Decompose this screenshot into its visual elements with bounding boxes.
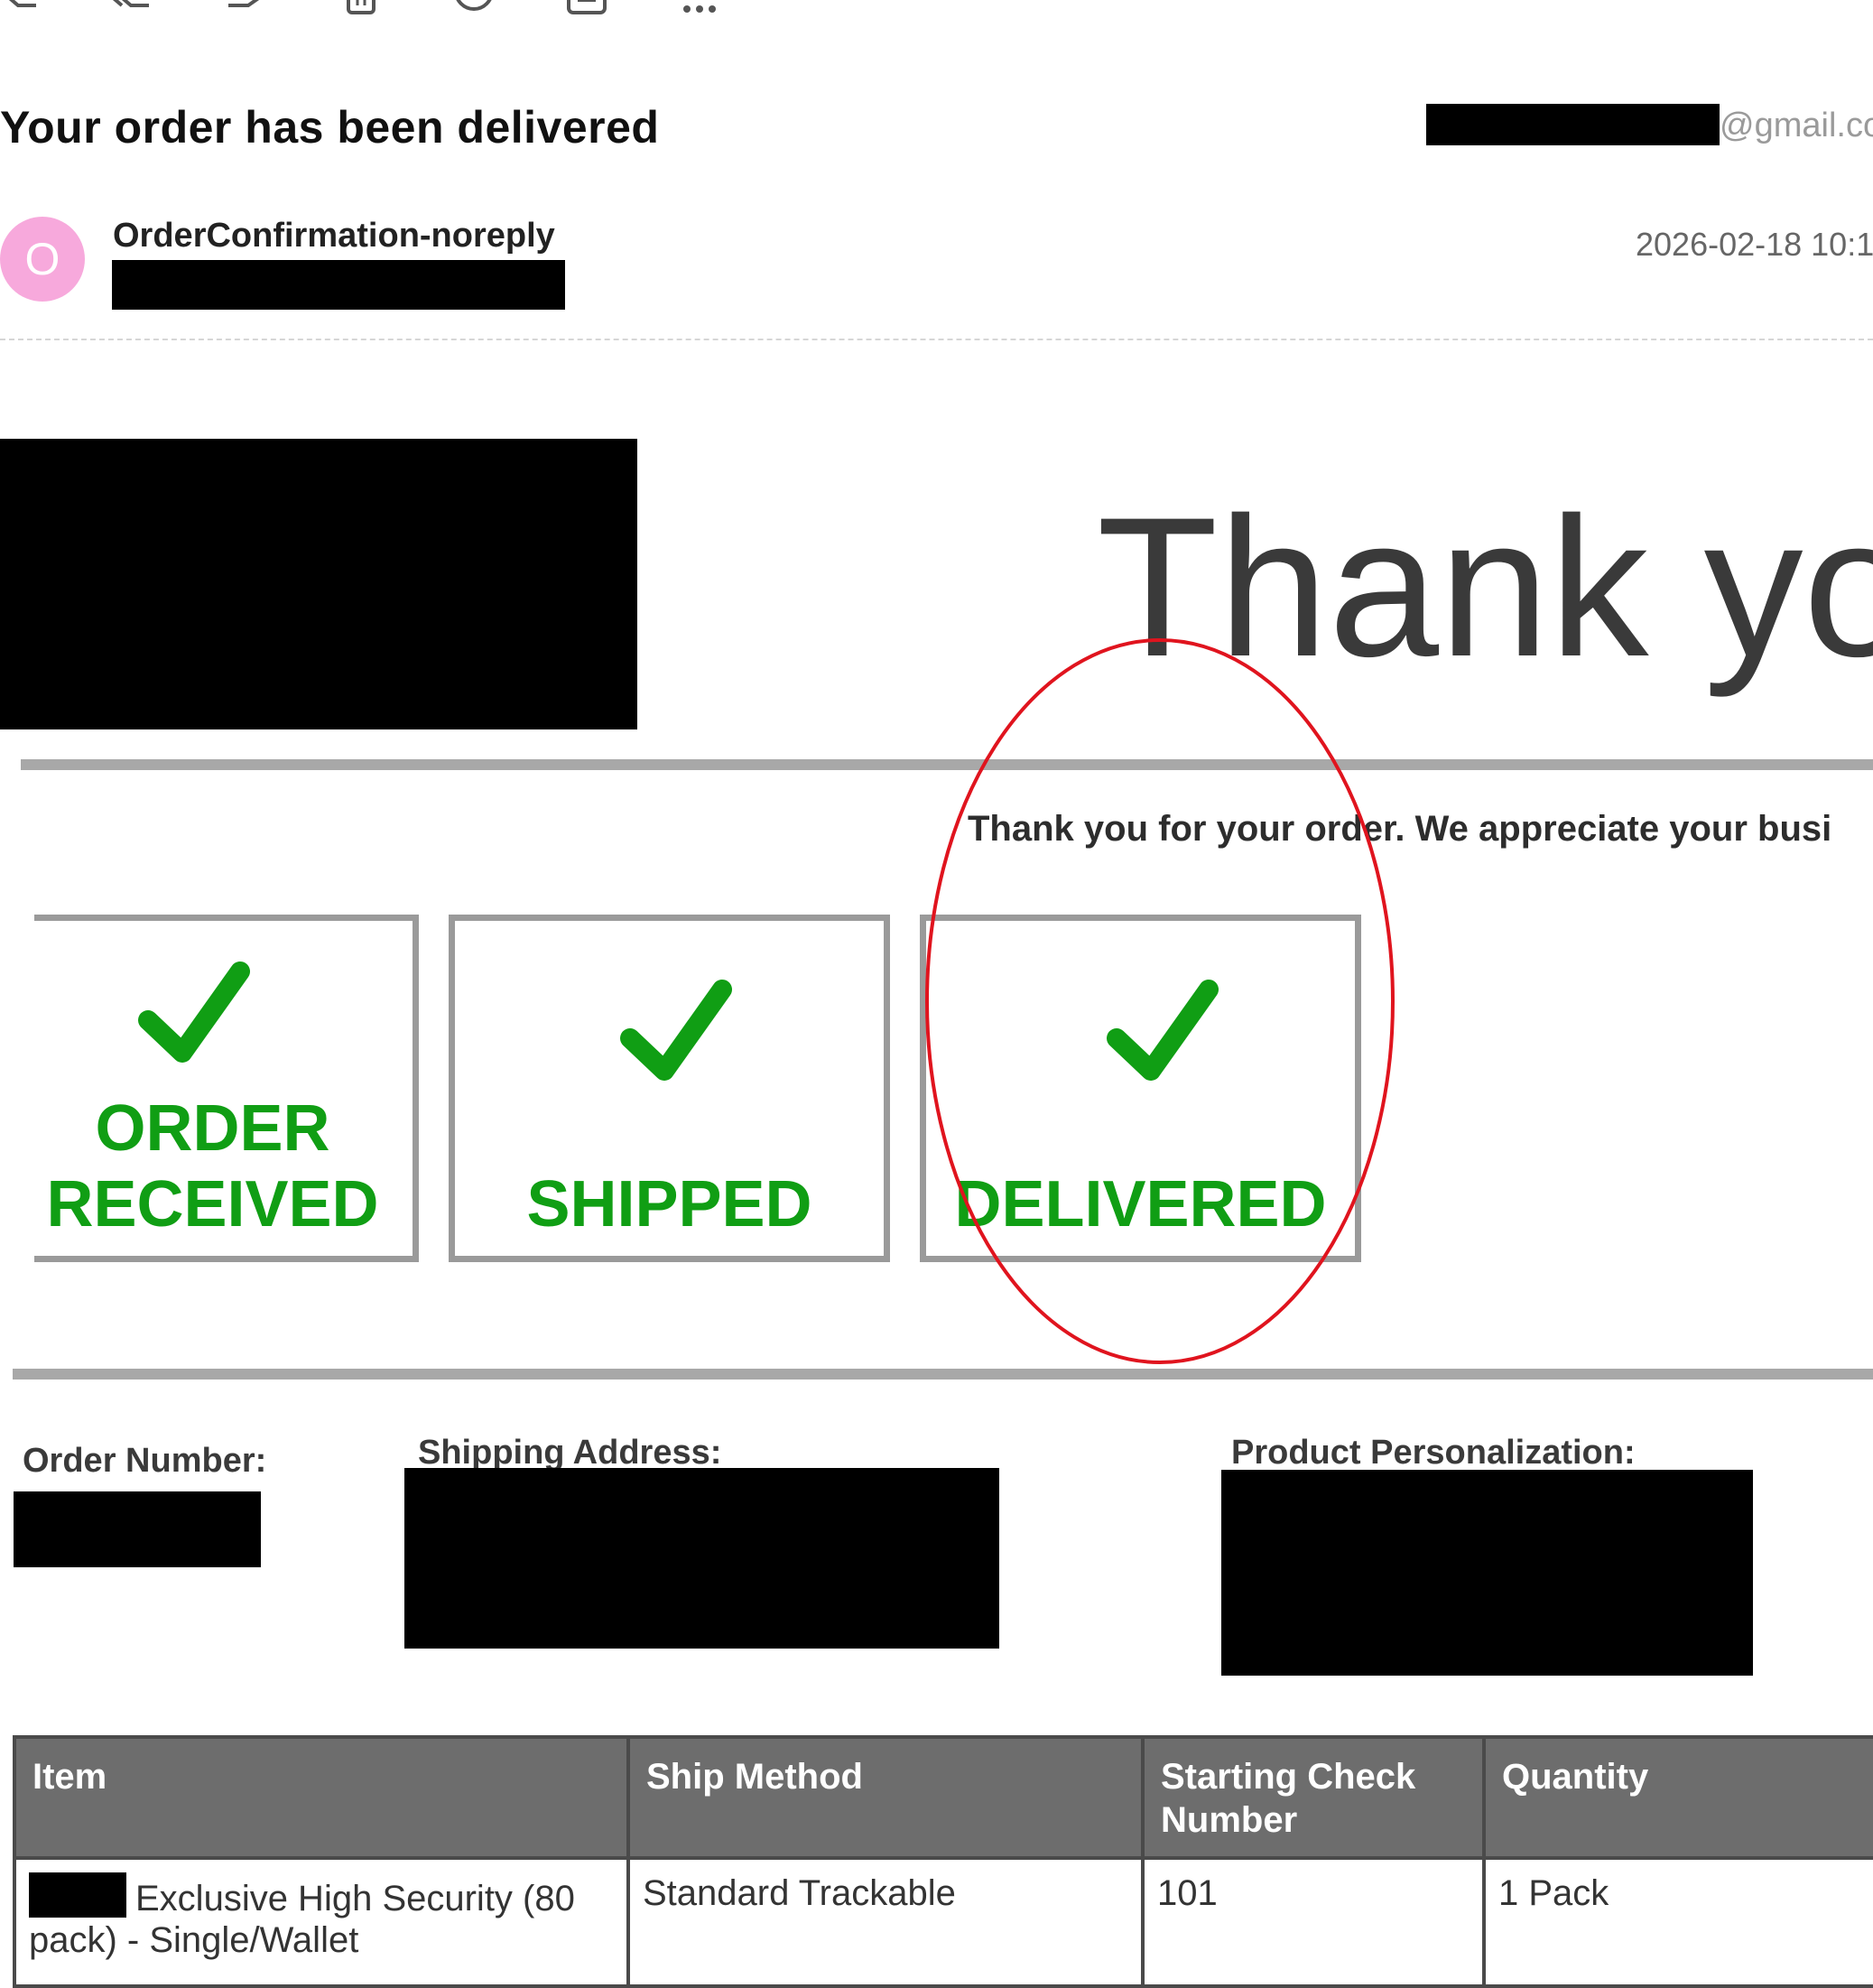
checkmark-icon: [620, 980, 732, 1081]
order-number-label: Order Number:: [23, 1442, 267, 1480]
shipping-address-label: Shipping Address:: [418, 1434, 722, 1472]
sender-avatar[interactable]: O: [0, 217, 85, 302]
checkmark-icon: [138, 961, 250, 1063]
table-header-row: Item Ship Method Starting Check Number Q…: [13, 1735, 1873, 1860]
starting-check-number-cell: 101: [1141, 1856, 1486, 1988]
more-icon[interactable]: [672, 0, 727, 18]
reply-icon[interactable]: [0, 0, 54, 18]
bottom-rule: [13, 1369, 1873, 1380]
reply-all-icon[interactable]: [104, 0, 158, 18]
personalization-redaction: [1221, 1470, 1753, 1676]
item-cell: Exclusive High Security (80 pack) - Sing…: [13, 1856, 630, 1988]
recipient-email-suffix: @gmail.con: [1720, 107, 1873, 144]
ship-method-cell: Standard Trackable: [626, 1856, 1145, 1988]
order-items-table: Item Ship Method Starting Check Number Q…: [13, 1735, 1873, 1988]
delete-icon[interactable]: [334, 0, 388, 18]
step-order-received: ORDER RECEIVED: [34, 915, 419, 1262]
logo-redaction: [0, 439, 637, 729]
item-code-redaction: [29, 1872, 126, 1918]
header-divider: [0, 339, 1873, 340]
sender-address-redaction: [112, 260, 565, 310]
table-row: Exclusive High Security (80 pack) - Sing…: [13, 1856, 1873, 1988]
sender-name[interactable]: OrderConfirmation-noreply: [113, 217, 555, 255]
order-number-redaction: [14, 1491, 261, 1567]
snooze-icon[interactable]: [447, 0, 501, 18]
step-label-line2: RECEIVED: [46, 1168, 379, 1240]
step-shipped: SHIPPED: [449, 915, 890, 1262]
archive-icon[interactable]: [560, 0, 614, 18]
personalization-label: Product Personalization:: [1231, 1434, 1636, 1472]
recipient-redaction: [1426, 104, 1720, 145]
column-header-quantity: Quantity: [1482, 1735, 1873, 1860]
step-label: SHIPPED: [526, 1168, 812, 1240]
email-date: 2026-02-18 10:1: [1636, 226, 1873, 263]
column-header-item: Item: [13, 1735, 630, 1860]
step-label-line1: ORDER: [95, 1092, 330, 1165]
quantity-cell: 1 Pack: [1482, 1856, 1873, 1988]
forward-icon[interactable]: [221, 0, 275, 18]
column-header-ship-method: Ship Method: [626, 1735, 1145, 1860]
annotation-ellipse: [925, 638, 1395, 1364]
email-subject: Your order has been delivered: [0, 102, 660, 153]
shipping-address-redaction: [404, 1468, 999, 1649]
column-header-starting-check-number: Starting Check Number: [1141, 1735, 1486, 1860]
